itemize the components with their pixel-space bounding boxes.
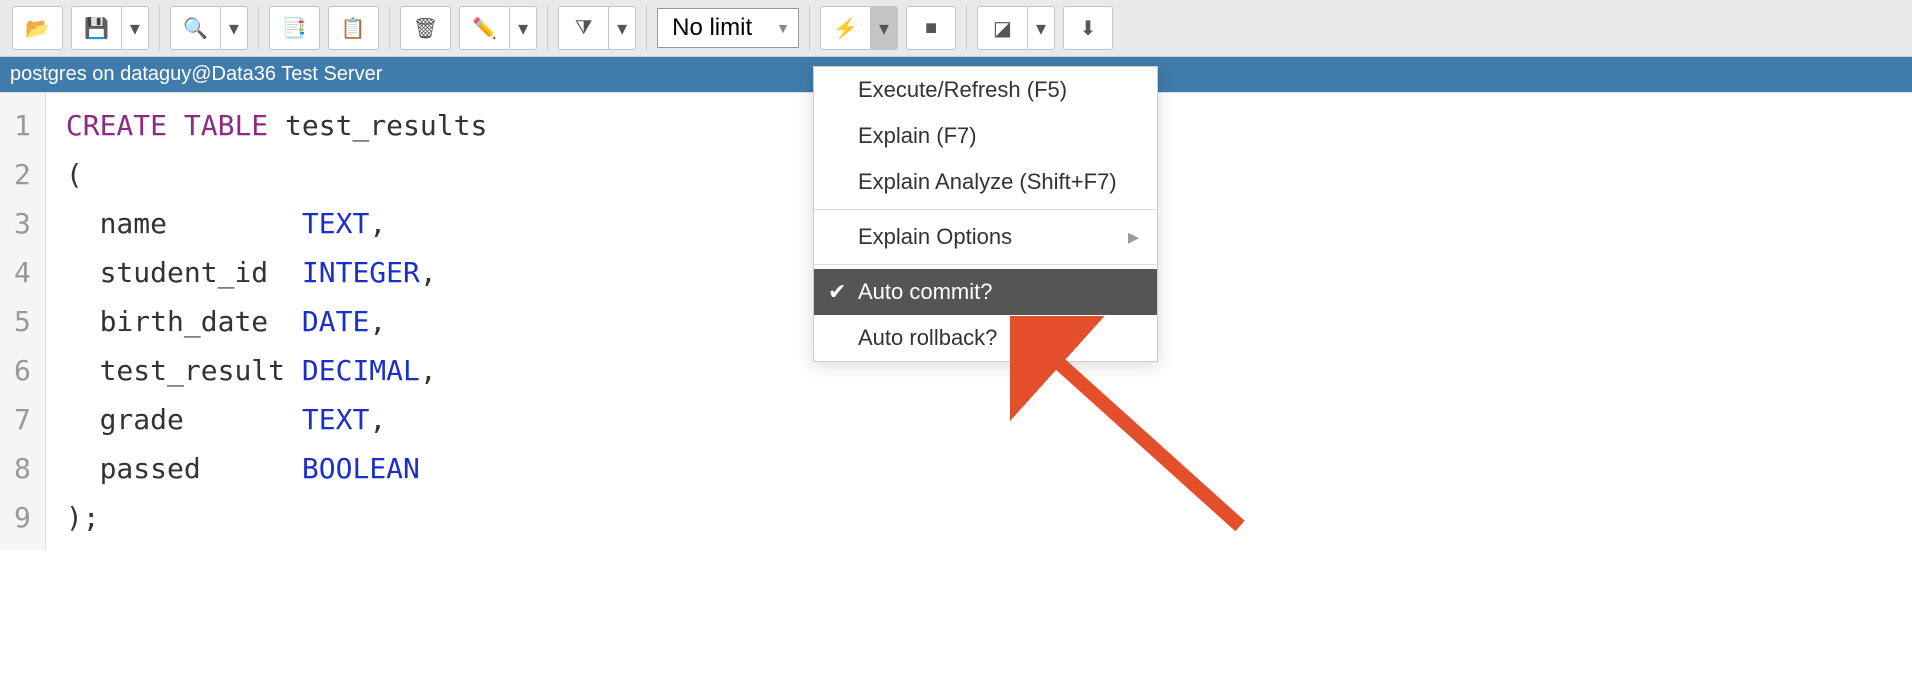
delete-button[interactable]: 🗑 xyxy=(400,6,451,50)
execute-split: ⚡ ▾ xyxy=(820,6,898,50)
filter-icon: ⧩ xyxy=(575,17,593,40)
eraser-icon: ◪ xyxy=(993,16,1012,41)
stop-icon: ■ xyxy=(925,17,937,40)
line-number: 3 xyxy=(14,199,31,248)
save-button[interactable]: 💾 xyxy=(71,6,121,50)
clear-split: ◪ ▾ xyxy=(977,6,1055,50)
toolbar-separator xyxy=(809,6,810,50)
paste-button[interactable]: 📋 xyxy=(328,6,379,50)
line-number: 9 xyxy=(14,493,31,542)
toolbar: 📂 💾 ▾ 🔍 ▾ 📑 📋 🗑 ✏️ ▾ ⧩ ▾ No limit ▼ ⚡ ▾ … xyxy=(0,0,1912,57)
check-icon: ✔ xyxy=(828,279,846,305)
stop-button[interactable]: ■ xyxy=(906,6,956,50)
filter-split: ⧩ ▾ xyxy=(558,6,636,50)
toolbar-separator xyxy=(646,6,647,50)
row-limit-select[interactable]: No limit ▼ xyxy=(657,8,799,48)
caret-down-icon: ▾ xyxy=(518,16,528,41)
find-button[interactable]: 🔍 xyxy=(170,6,220,50)
open-file-button[interactable]: 📂 xyxy=(12,6,63,50)
execute-dropdown-button[interactable]: ▾ xyxy=(870,6,898,50)
line-number: 4 xyxy=(14,248,31,297)
find-dropdown-button[interactable]: ▾ xyxy=(220,6,248,50)
toolbar-separator xyxy=(966,6,967,50)
menu-explain[interactable]: Explain (F7) xyxy=(814,113,1157,159)
menu-explain-options[interactable]: Explain Options ▸ xyxy=(814,214,1157,260)
menu-auto-commit[interactable]: ✔ Auto commit? xyxy=(814,269,1157,315)
filter-button[interactable]: ⧩ xyxy=(558,6,608,50)
search-icon: 🔍 xyxy=(183,16,208,41)
chevron-right-icon: ▸ xyxy=(1128,224,1139,250)
line-number: 1 xyxy=(14,101,31,150)
line-number: 7 xyxy=(14,395,31,444)
line-number: 8 xyxy=(14,444,31,493)
save-dropdown-button[interactable]: ▾ xyxy=(121,6,149,50)
filter-dropdown-button[interactable]: ▾ xyxy=(608,6,636,50)
menu-separator xyxy=(814,264,1157,265)
caret-down-icon: ▾ xyxy=(1036,16,1046,41)
row-limit-label: No limit xyxy=(672,14,752,42)
clear-button[interactable]: ◪ xyxy=(977,6,1027,50)
copy-button[interactable]: 📑 xyxy=(269,6,320,50)
edit-dropdown-button[interactable]: ▾ xyxy=(509,6,537,50)
connection-text: postgres on dataguy@Data36 Test Server xyxy=(10,63,382,85)
clear-dropdown-button[interactable]: ▾ xyxy=(1027,6,1055,50)
trash-icon: 🗑 xyxy=(413,16,438,41)
caret-down-icon: ▼ xyxy=(776,20,790,36)
download-button[interactable]: ⬇ xyxy=(1063,6,1113,50)
menu-separator xyxy=(814,209,1157,210)
line-number: 5 xyxy=(14,297,31,346)
caret-down-icon: ▾ xyxy=(879,16,889,41)
caret-down-icon: ▾ xyxy=(229,16,239,41)
save-icon: 💾 xyxy=(84,16,109,41)
code-area[interactable]: CREATE TABLE test_results( name TEXT, st… xyxy=(46,93,487,550)
copy-icon: 📑 xyxy=(282,16,307,41)
edit-split: ✏️ ▾ xyxy=(459,6,537,50)
edit-icon: ✏️ xyxy=(472,16,497,41)
lightning-icon: ⚡ xyxy=(833,16,858,41)
toolbar-separator xyxy=(159,6,160,50)
execute-button[interactable]: ⚡ xyxy=(820,6,870,50)
menu-explain-analyze[interactable]: Explain Analyze (Shift+F7) xyxy=(814,159,1157,205)
line-number: 6 xyxy=(14,346,31,395)
line-number: 2 xyxy=(14,150,31,199)
edit-button[interactable]: ✏️ xyxy=(459,6,509,50)
find-split: 🔍 ▾ xyxy=(170,6,248,50)
toolbar-separator xyxy=(547,6,548,50)
caret-down-icon: ▾ xyxy=(130,16,140,41)
toolbar-separator xyxy=(258,6,259,50)
menu-execute-refresh[interactable]: Execute/Refresh (F5) xyxy=(814,67,1157,113)
execute-dropdown-menu: Execute/Refresh (F5) Explain (F7) Explai… xyxy=(813,66,1158,362)
line-gutter: 123456789 xyxy=(0,93,46,550)
menu-auto-rollback[interactable]: Auto rollback? xyxy=(814,315,1157,361)
save-split: 💾 ▾ xyxy=(71,6,149,50)
folder-open-icon: 📂 xyxy=(25,16,50,41)
toolbar-separator xyxy=(389,6,390,50)
caret-down-icon: ▾ xyxy=(617,16,627,41)
download-icon: ⬇ xyxy=(1080,16,1097,41)
paste-icon: 📋 xyxy=(341,16,366,41)
